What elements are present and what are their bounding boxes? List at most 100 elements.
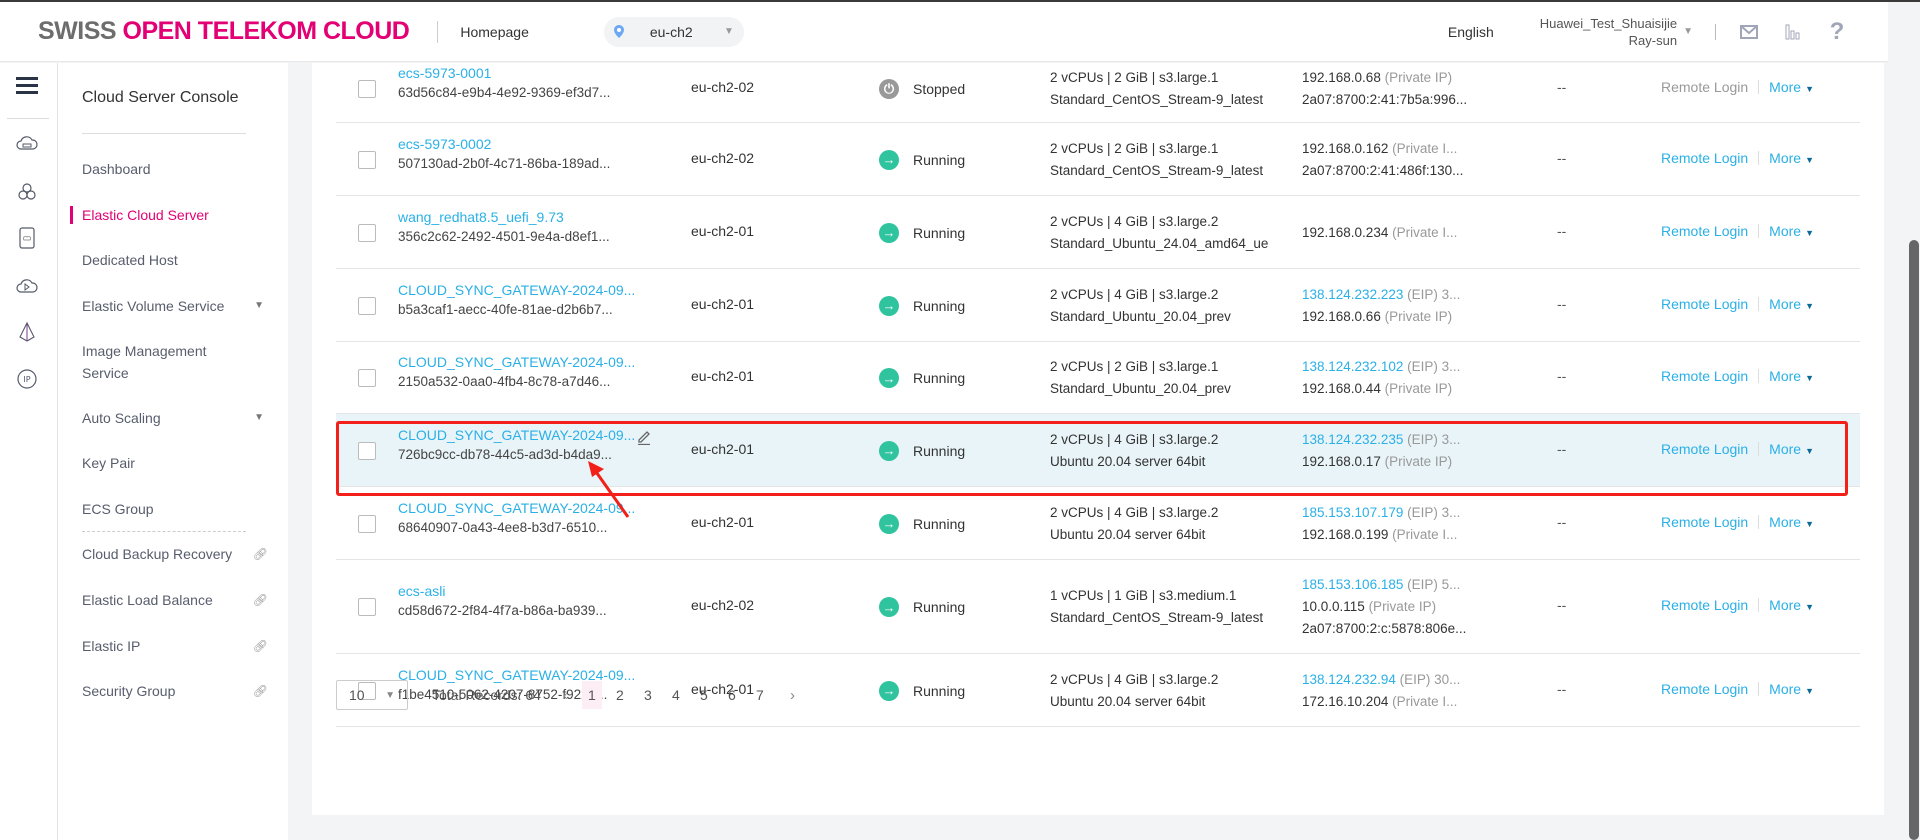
page-number-button[interactable]: 7	[750, 681, 770, 709]
next-page-button[interactable]: ›	[790, 687, 795, 704]
mail-icon[interactable]	[1738, 21, 1760, 43]
remote-login-link[interactable]: Remote Login	[1661, 296, 1748, 312]
row-checkbox[interactable]	[358, 80, 376, 98]
cloud-server-icon[interactable]	[16, 133, 38, 155]
server-name-link[interactable]: ecs-5973-0001	[398, 65, 610, 81]
row-checkbox[interactable]	[358, 223, 376, 242]
image-name: Ubuntu 20.04 server 64bit	[1050, 453, 1206, 469]
more-dropdown[interactable]: More ▼	[1769, 79, 1814, 95]
server-name-link[interactable]: CLOUD_SYNC_GATEWAY-2024-09...	[398, 282, 635, 298]
chart-icon[interactable]	[1782, 21, 1804, 43]
sidebar-item-cloud-backup-recovery[interactable]: Cloud Backup Recovery 🔗︎	[82, 543, 278, 565]
remote-login-link[interactable]: Remote Login	[1661, 79, 1748, 95]
menu-icon[interactable]	[16, 77, 38, 95]
sidebar-item-elastic-ip[interactable]: Elastic IP 🔗︎	[82, 635, 278, 657]
sidebar-item-image-management-service[interactable]: Image Management Service	[82, 340, 232, 384]
sidebar-item-elastic-load-balance[interactable]: Elastic Load Balance 🔗︎	[82, 589, 278, 611]
brand-logo[interactable]: SWISS OPEN TELEKOM CLOUD	[38, 17, 410, 46]
ip-address: 192.168.0.17	[1302, 453, 1381, 469]
service-rail: IP	[0, 63, 58, 840]
hexagon-cluster-icon[interactable]	[16, 181, 38, 203]
remote-login-link[interactable]: Remote Login	[1661, 681, 1748, 697]
language-selector[interactable]: English	[1448, 24, 1494, 40]
homepage-link[interactable]: Homepage	[460, 24, 529, 40]
row-checkbox[interactable]	[358, 514, 376, 533]
eip-link[interactable]: 138.124.232.102	[1302, 359, 1403, 374]
help-icon[interactable]: ?	[1826, 18, 1848, 45]
table-row[interactable]: CLOUD_SYNC_GATEWAY-2024-09... 2150a532-0a…	[336, 342, 1860, 414]
sidebar-item-label: Key Pair	[82, 455, 135, 471]
more-dropdown[interactable]: More ▼	[1769, 441, 1814, 457]
sidebar-item-ecs-group[interactable]: ECS Group	[82, 498, 278, 520]
page-number-button[interactable]: 3	[638, 681, 658, 709]
table-row[interactable]: CLOUD_SYNC_GATEWAY-2024-09... b5a3caf1-ae…	[336, 269, 1860, 342]
user-account-menu[interactable]: Huawei_Test_Shuaisijie Ray-sun	[1540, 15, 1677, 49]
edit-pencil-icon[interactable]	[636, 429, 652, 445]
region-selector[interactable]: eu-ch2 ▼	[603, 16, 744, 47]
remote-login-link[interactable]: Remote Login	[1661, 514, 1748, 530]
row-checkbox[interactable]	[358, 369, 376, 387]
chevron-down-icon[interactable]: ▼	[1683, 26, 1693, 37]
eip-link[interactable]: 185.153.106.185	[1302, 577, 1403, 592]
sidebar-item-security-group[interactable]: Security Group 🔗︎	[82, 680, 278, 702]
sidebar-item-dedicated-host[interactable]: Dedicated Host	[82, 249, 278, 271]
total-records: Total Records: 64	[432, 687, 541, 703]
availability-zone: eu-ch2-01	[691, 222, 755, 239]
page-number-button[interactable]: 4	[666, 681, 686, 709]
more-dropdown[interactable]: More ▼	[1769, 223, 1814, 239]
page-number-button[interactable]: 6	[722, 681, 742, 709]
more-dropdown[interactable]: More ▼	[1769, 296, 1814, 312]
server-name-link[interactable]: CLOUD_SYNC_GATEWAY-2024-09...	[398, 354, 635, 370]
row-checkbox[interactable]	[358, 150, 376, 169]
table-row[interactable]: ecs-5973-0001 63d56c84-e9b4-4e92-9369-ef3…	[336, 55, 1860, 123]
ops-divider	[1758, 598, 1760, 612]
table-row[interactable]: ecs-asli cd58d672-2f84-4f7a-b86a-ba939...…	[336, 560, 1860, 654]
table-row[interactable]: CLOUD_SYNC_GATEWAY-2024-09... 726bc9cc-db…	[336, 414, 1860, 487]
remote-login-link[interactable]: Remote Login	[1661, 597, 1748, 613]
server-name-link[interactable]: wang_redhat8.5_uefi_9.73	[398, 209, 610, 225]
eip-link[interactable]: 138.124.232.94	[1302, 672, 1396, 687]
sidebar-item-key-pair[interactable]: Key Pair	[82, 452, 278, 474]
page-number-button[interactable]: 1	[581, 681, 602, 709]
sidebar-item-elastic-volume-service[interactable]: Elastic Volume Service ▼	[82, 295, 278, 317]
remote-login-link[interactable]: Remote Login	[1661, 150, 1748, 166]
pagination: 10 ▼ Total Records: 64 ‹ 1234567 ›	[336, 680, 795, 710]
more-dropdown[interactable]: More ▼	[1769, 150, 1814, 166]
eip-link[interactable]: 138.124.232.235	[1302, 432, 1403, 447]
page-size-select[interactable]: 10 ▼	[336, 680, 408, 710]
remote-login-link[interactable]: Remote Login	[1661, 441, 1748, 457]
ip-type: (Private I...	[1388, 693, 1458, 709]
more-dropdown[interactable]: More ▼	[1769, 681, 1814, 697]
table-row[interactable]: ecs-5973-0002 507130ad-2b0f-4c71-86ba-189…	[336, 123, 1860, 196]
more-dropdown[interactable]: More ▼	[1769, 514, 1814, 530]
eip-link[interactable]: 138.124.232.223	[1302, 287, 1403, 302]
page-number-button[interactable]: 2	[610, 681, 630, 709]
table-row[interactable]: CLOUD_SYNC_GATEWAY-2024-09... 68640907-0a…	[336, 487, 1860, 560]
remote-login-link[interactable]: Remote Login	[1661, 368, 1748, 384]
eip-link[interactable]: 185.153.107.179	[1302, 505, 1403, 520]
page-scrollbar-thumb[interactable]	[1909, 240, 1919, 840]
more-dropdown[interactable]: More ▼	[1769, 597, 1814, 613]
table-row[interactable]: wang_redhat8.5_uefi_9.73 356c2c62-2492-45…	[336, 196, 1860, 269]
cloud-play-icon[interactable]	[16, 275, 38, 297]
remote-login-link[interactable]: Remote Login	[1661, 223, 1748, 239]
sidebar-dashed-divider	[82, 531, 246, 532]
sidebar-item-dashboard[interactable]: Dashboard	[82, 158, 278, 180]
server-name-link[interactable]: ecs-asli	[398, 583, 607, 599]
storage-device-icon[interactable]	[16, 227, 38, 249]
server-name-link[interactable]: ecs-5973-0002	[398, 136, 610, 152]
page-number-button[interactable]: 5	[694, 681, 714, 709]
more-dropdown[interactable]: More ▼	[1769, 368, 1814, 384]
server-name-link[interactable]: CLOUD_SYNC_GATEWAY-2024-09...	[398, 427, 635, 443]
ip-icon[interactable]: IP	[16, 368, 38, 390]
page-size-value: 10	[349, 687, 365, 703]
row-checkbox[interactable]	[358, 296, 376, 315]
server-name-link[interactable]: CLOUD_SYNC_GATEWAY-2024-09...	[398, 500, 635, 516]
power-icon: ⏻	[879, 79, 899, 99]
sidebar-item-elastic-cloud-server[interactable]: Elastic Cloud Server	[70, 204, 278, 226]
row-checkbox[interactable]	[358, 598, 376, 616]
network-pyramid-icon[interactable]	[16, 321, 38, 343]
sidebar-item-auto-scaling[interactable]: Auto Scaling ▼	[82, 407, 278, 429]
row-checkbox[interactable]	[358, 441, 376, 460]
ops-divider	[1758, 369, 1760, 383]
